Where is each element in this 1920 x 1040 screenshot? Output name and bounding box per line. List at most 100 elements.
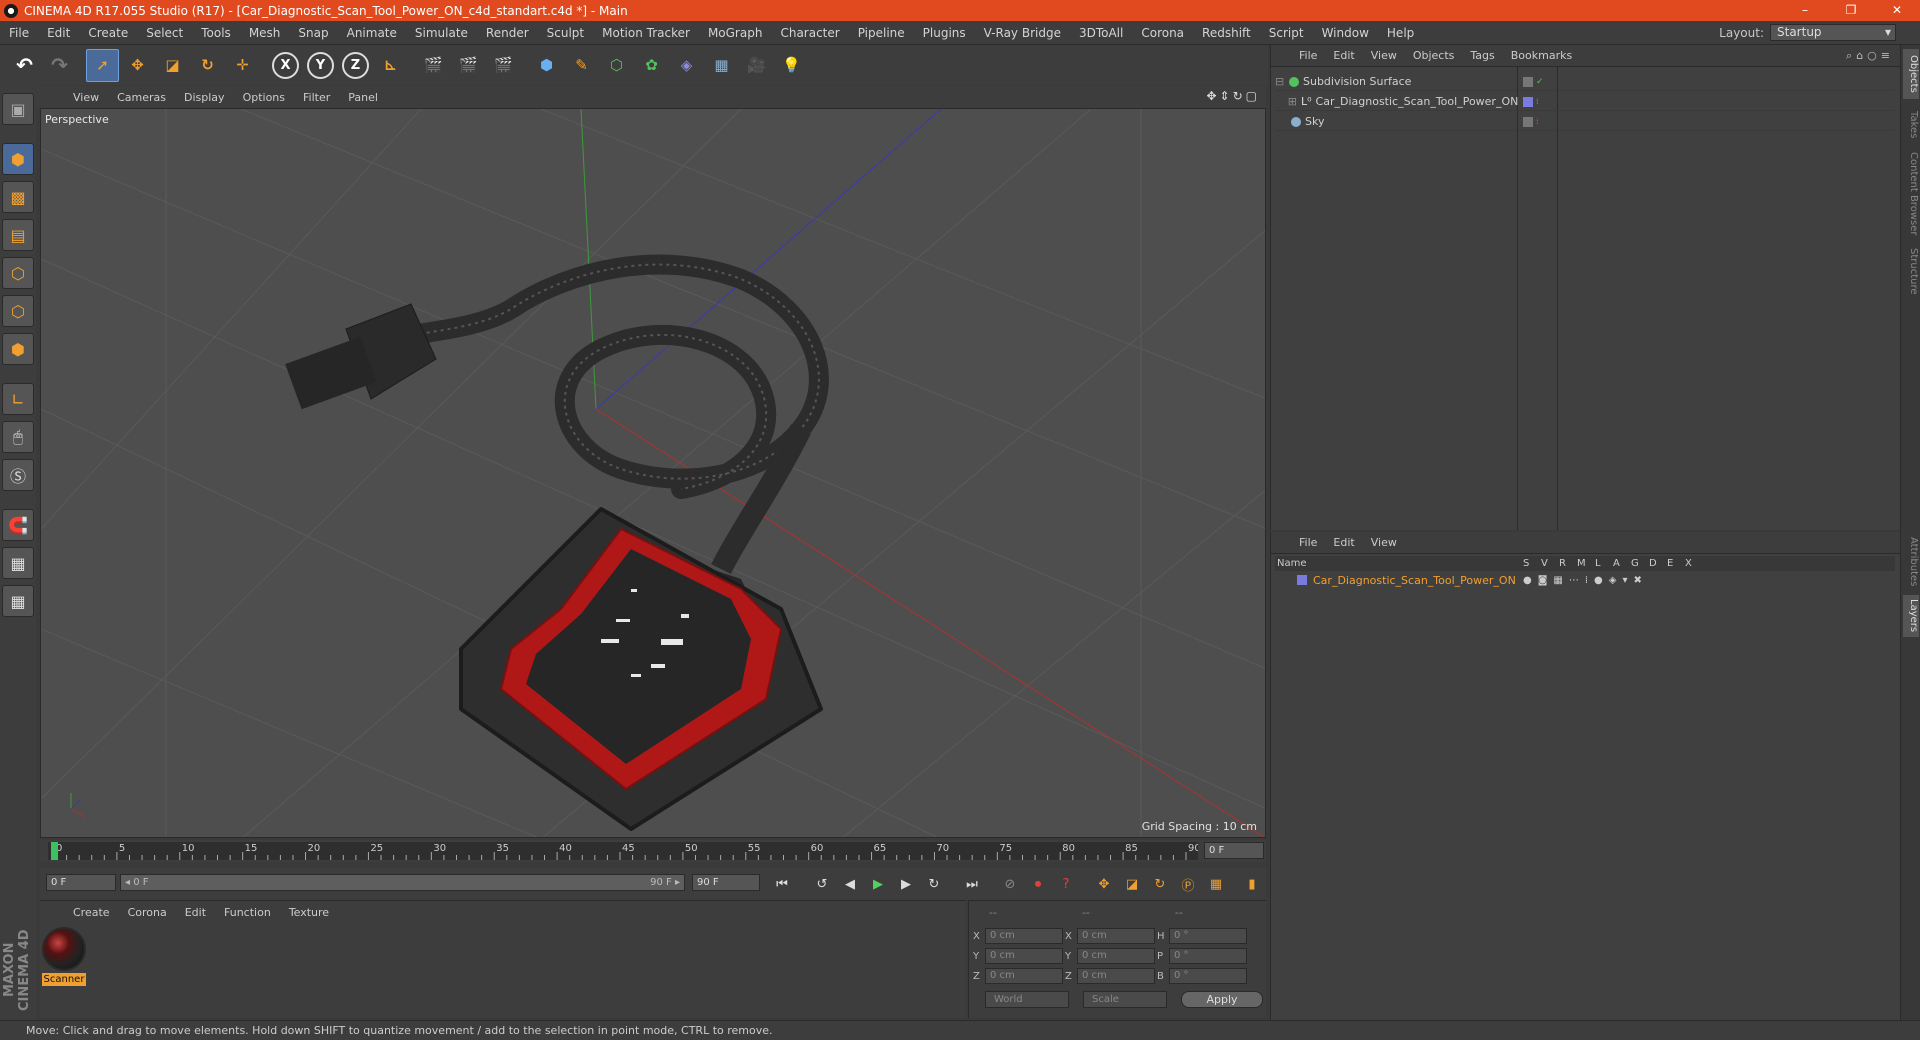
viewport-menu-options[interactable]: Options	[234, 91, 294, 104]
layout-select[interactable]: Startup	[1770, 24, 1896, 41]
axis-mode-icon[interactable]: ∟	[2, 383, 34, 415]
preview-range-slider[interactable]: ◂ 0 F 90 F ▸	[120, 874, 685, 891]
keyframe-selection-icon[interactable]: ?	[1054, 872, 1078, 896]
tweak-mode-icon[interactable]: 🖱	[2, 421, 34, 453]
pen-spline-icon[interactable]: ✎	[565, 49, 598, 82]
z-axis-lock-icon[interactable]: Z	[342, 51, 369, 79]
current-frame-field[interactable]: 0 F	[1204, 842, 1264, 859]
texture-mode-icon[interactable]: ▩	[2, 181, 34, 213]
enabled-check-icon[interactable]: ✓	[1536, 77, 1544, 87]
object-menu-tags[interactable]: Tags	[1462, 49, 1502, 62]
scale-mode-select[interactable]: Scale	[1083, 991, 1167, 1008]
menu-mograph[interactable]: MoGraph	[699, 26, 772, 40]
layer-col-e[interactable]: E	[1667, 558, 1673, 569]
size-x-field[interactable]: 0 cm	[1077, 928, 1155, 944]
menu-simulate[interactable]: Simulate	[406, 26, 477, 40]
timeline-window-icon[interactable]: ▮	[1240, 872, 1264, 896]
layer-menu-edit[interactable]: Edit	[1325, 536, 1362, 549]
object-menu-edit[interactable]: Edit	[1325, 49, 1362, 62]
render-settings-icon[interactable]: 🎬	[487, 49, 520, 82]
viewport-navigation-icons[interactable]: ✥⇕↻▢	[1206, 89, 1260, 103]
floor-icon[interactable]: ▦	[705, 49, 738, 82]
planar-workplane-icon[interactable]: ▦	[2, 585, 34, 617]
menu-select[interactable]: Select	[137, 26, 192, 40]
render-picture-viewer-icon[interactable]: 🎬	[452, 49, 485, 82]
object-menu-view[interactable]: View	[1363, 49, 1405, 62]
object-manager-search-icons[interactable]: ⌕⌂○≡	[1846, 49, 1894, 63]
layer-tag-icon[interactable]	[1523, 116, 1533, 127]
key-scale-icon[interactable]: ◪	[1120, 872, 1144, 896]
object-row-sky[interactable]: Sky ⁞	[1275, 113, 1895, 131]
playhead-marker[interactable]	[51, 842, 58, 860]
menu-redshift[interactable]: Redshift	[1193, 26, 1260, 40]
layer-col-a[interactable]: A	[1613, 558, 1620, 569]
light-icon[interactable]: 💡	[775, 49, 808, 82]
deformer-icon[interactable]: ◈	[670, 49, 703, 82]
move-icon[interactable]: ✥	[121, 49, 154, 82]
workplane-mode-icon[interactable]: ▤	[2, 219, 34, 251]
tab-objects[interactable]: Objects	[1903, 49, 1919, 99]
play-icon[interactable]: ▶	[866, 872, 890, 896]
transform-icon[interactable]: ✛	[226, 49, 259, 82]
menu-plugins[interactable]: Plugins	[914, 26, 975, 40]
menu-help[interactable]: Help	[1378, 26, 1423, 40]
minimize-button[interactable]: –	[1782, 0, 1828, 21]
coordinate-system-icon[interactable]: ⊾	[374, 49, 407, 82]
layer-col-g[interactable]: G	[1631, 558, 1639, 569]
viewport-menu-cameras[interactable]: Cameras	[108, 91, 175, 104]
start-frame-field[interactable]: 0 F	[46, 874, 116, 891]
layer-menu-view[interactable]: View	[1363, 536, 1405, 549]
go-to-end-icon[interactable]: ⏭	[960, 872, 984, 896]
position-x-field[interactable]: 0 cm	[985, 928, 1063, 944]
layer-col-m[interactable]: M	[1577, 558, 1586, 569]
tab-layers[interactable]: Layers	[1903, 595, 1919, 637]
solo-mode-icon[interactable]: Ⓢ	[2, 459, 34, 491]
key-position-icon[interactable]: ✥	[1092, 872, 1116, 896]
timeline[interactable]: 0 5 10 15 20 25 30 35 40 45 50 55 60 65 70 75 80 85 90 0 F	[40, 840, 1266, 862]
rotation-h-field[interactable]: 0 °	[1169, 928, 1247, 944]
points-mode-icon[interactable]: ⬡	[2, 257, 34, 289]
material-label[interactable]: Scanner	[42, 973, 86, 986]
perspective-viewport[interactable]: Perspective Grid Spacing : 10 cm	[40, 108, 1266, 838]
previous-key-icon[interactable]: ↺	[810, 872, 834, 896]
redo-icon[interactable]: ↷	[43, 49, 76, 82]
layer-col-x[interactable]: X	[1685, 558, 1692, 569]
menu-script[interactable]: Script	[1260, 26, 1313, 40]
edges-mode-icon[interactable]: ⬡	[2, 295, 34, 327]
menu-snap[interactable]: Snap	[289, 26, 337, 40]
material-menu-edit[interactable]: Edit	[176, 906, 215, 919]
menu-window[interactable]: Window	[1313, 26, 1378, 40]
camera-icon[interactable]: 🎥	[740, 49, 773, 82]
next-frame-icon[interactable]: ▶	[894, 872, 918, 896]
material-swatch[interactable]	[42, 927, 86, 971]
menu-corona[interactable]: Corona	[1132, 26, 1193, 40]
layer-col-r[interactable]: R	[1559, 558, 1566, 569]
layer-col-s[interactable]: S	[1523, 558, 1529, 569]
object-menu-file[interactable]: File	[1291, 49, 1325, 62]
make-editable-icon[interactable]: ▣	[2, 93, 34, 125]
rotation-p-field[interactable]: 0 °	[1169, 948, 1247, 964]
menu-create[interactable]: Create	[79, 26, 137, 40]
subdivision-surface-icon[interactable]: ⬡	[600, 49, 633, 82]
array-cloner-icon[interactable]: ✿	[635, 49, 668, 82]
go-to-start-icon[interactable]: ⏮	[770, 872, 794, 896]
key-parameter-icon[interactable]: Ⓟ	[1176, 872, 1200, 896]
layer-menu-file[interactable]: File	[1291, 536, 1325, 549]
layer-col-v[interactable]: V	[1541, 558, 1548, 569]
menu-edit[interactable]: Edit	[38, 26, 79, 40]
undo-icon[interactable]: ↶	[8, 49, 41, 82]
menu-sculpt[interactable]: Sculpt	[538, 26, 593, 40]
polygons-mode-icon[interactable]: ⬢	[2, 333, 34, 365]
object-row-scan-tool[interactable]: ⊞ L⁰ Car_Diagnostic_Scan_Tool_Power_ON ⁞	[1275, 93, 1895, 111]
key-rotation-icon[interactable]: ↻	[1148, 872, 1172, 896]
rotate-icon[interactable]: ↻	[191, 49, 224, 82]
object-row-subdivision[interactable]: ⊟ Subdivision Surface ✓	[1275, 73, 1895, 91]
model-mode-icon[interactable]: ⬢	[2, 143, 34, 175]
key-pla-icon[interactable]: ▦	[1204, 872, 1228, 896]
tab-attributes[interactable]: Attributes	[1903, 533, 1919, 591]
apply-button[interactable]: Apply	[1181, 991, 1263, 1008]
viewport-menu-view[interactable]: View	[64, 91, 108, 104]
previous-frame-icon[interactable]: ◀	[838, 872, 862, 896]
snap-icon[interactable]: 🧲	[2, 509, 34, 541]
layer-flag-icons[interactable]: ●◙▦⋯⁞●◈▾✖	[1523, 575, 1648, 586]
